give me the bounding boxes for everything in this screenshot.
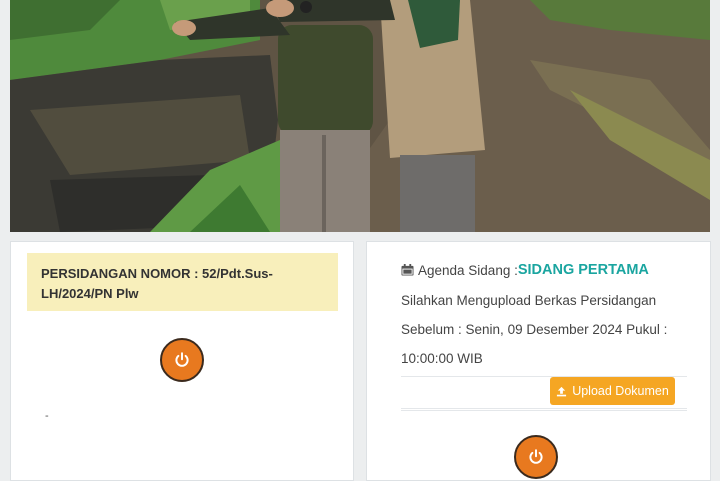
power-icon <box>529 449 543 464</box>
upload-icon <box>557 386 567 396</box>
hero-photo <box>10 0 710 232</box>
case-number-banner: PERSIDANGAN NOMOR : 52/Pdt.Sus-LH/2024/P… <box>27 253 338 311</box>
case-extra-text: - <box>45 410 49 422</box>
agenda-value: SIDANG PERTAMA <box>517 262 649 278</box>
upload-deadline-notice: Silahkan Mengupload Berkas Persidangan S… <box>401 293 668 366</box>
divider <box>401 410 687 411</box>
power-icon <box>175 352 189 367</box>
upload-button-label: Upload Dokumen <box>572 384 669 398</box>
agenda-power-button[interactable] <box>514 435 558 479</box>
upload-document-button[interactable]: Upload Dokumen <box>550 377 675 405</box>
calendar-icon <box>401 264 414 276</box>
agenda-line: Agenda Sidang : SIDANG PERTAMA <box>401 262 649 278</box>
case-power-button[interactable] <box>160 338 204 382</box>
agenda-label: Agenda Sidang : <box>418 262 518 278</box>
agenda-card: Agenda Sidang : SIDANG PERTAMA Silahkan … <box>366 241 711 481</box>
field-photo-image <box>10 0 710 232</box>
case-card: PERSIDANGAN NOMOR : 52/Pdt.Sus-LH/2024/P… <box>10 241 354 481</box>
divider <box>401 408 687 409</box>
case-number-title: PERSIDANGAN NOMOR : 52/Pdt.Sus-LH/2024/P… <box>41 266 273 301</box>
